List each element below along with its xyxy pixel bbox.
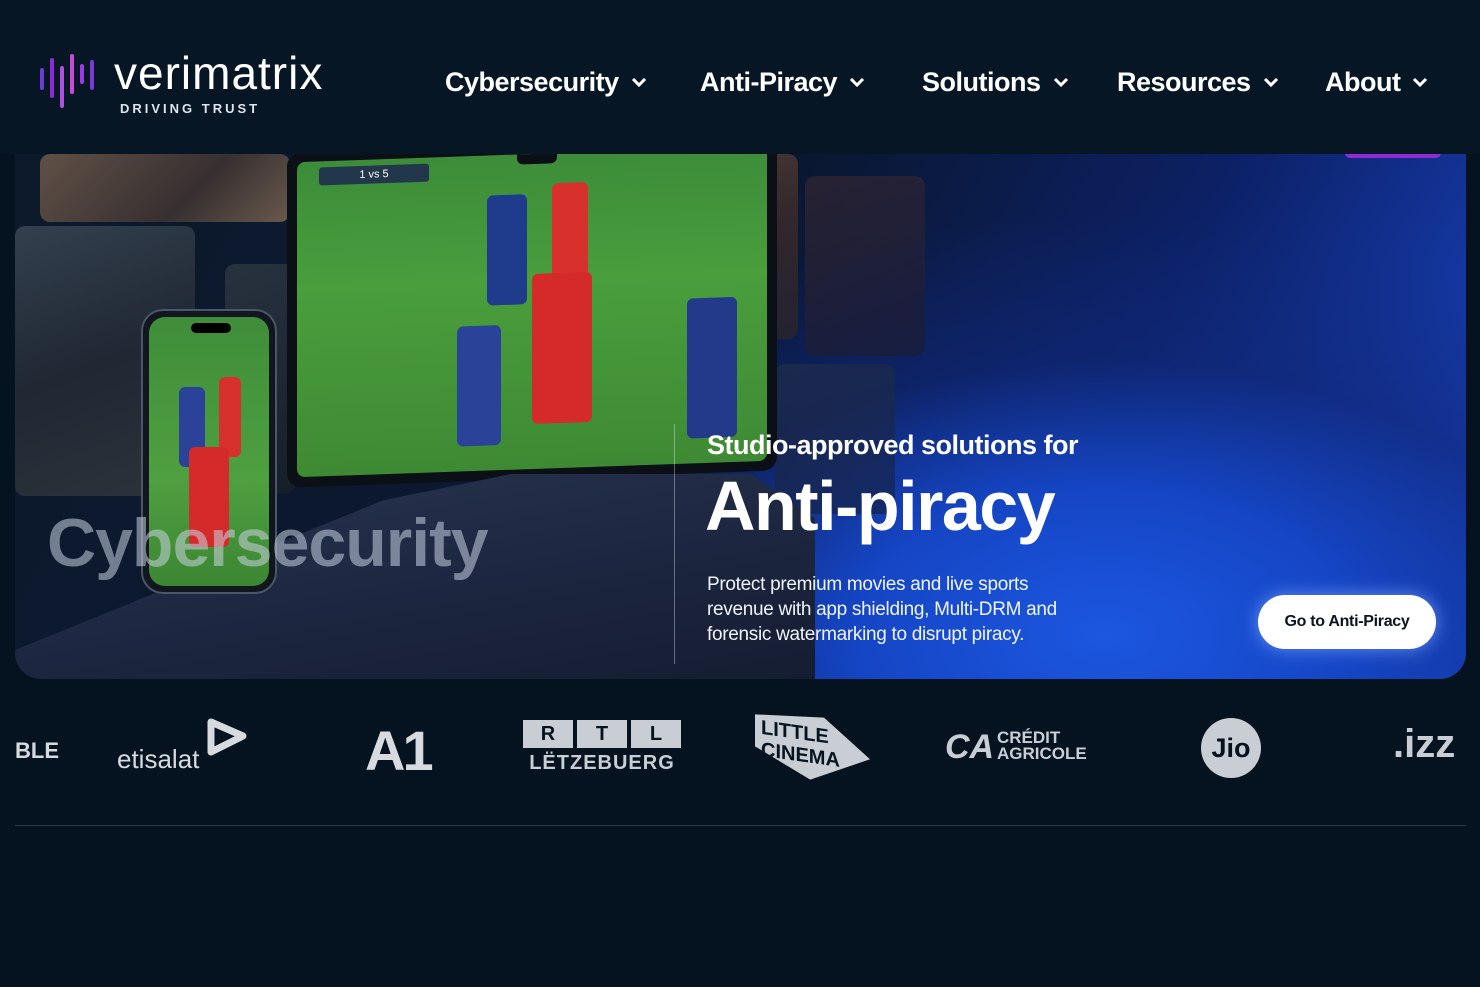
laptop-notch: [517, 154, 557, 165]
rtl-block: L: [631, 720, 681, 748]
partner-logo-strip: BLE etisalat A1 R T L LËTZEBUERG LITTLE C…: [15, 700, 1466, 800]
little-cinema-mark: LITTLE CINEMA: [755, 708, 870, 788]
player-figure: [487, 194, 527, 306]
content-thumbnail: [805, 176, 925, 356]
partner-logo-ble: BLE: [15, 738, 59, 763]
partner-logo-izz: .izz: [1393, 722, 1456, 766]
nav-item-label: Solutions: [922, 66, 1041, 97]
phone-notch: [191, 323, 231, 333]
nav-item-solutions[interactable]: Solutions: [922, 60, 1069, 104]
player-figure: [552, 182, 588, 284]
chevron-down-icon: [1053, 77, 1068, 88]
partner-logo-label: A1: [365, 719, 434, 782]
rtl-subtitle: LËTZEBUERG: [529, 752, 675, 774]
partner-logo-label: etisalat: [117, 744, 200, 774]
laptop-device: 1 vs 5: [287, 154, 777, 488]
go-to-anti-piracy-button[interactable]: Go to Anti-Piracy: [1258, 595, 1436, 649]
player-figure: [457, 325, 501, 447]
nav-item-label: Cybersecurity: [445, 66, 619, 97]
hero-divider: [674, 424, 675, 664]
chevron-down-icon: [631, 77, 646, 88]
main-nav: Cybersecurity Anti-Piracy Solutions Reso…: [0, 60, 1480, 104]
rtl-blocks: R T L: [523, 720, 681, 748]
partner-logo-rtl: R T L LËTZEBUERG: [523, 720, 681, 780]
nav-item-about[interactable]: About: [1325, 60, 1428, 104]
player-figure: [532, 271, 592, 424]
nav-item-resources[interactable]: Resources: [1117, 60, 1279, 104]
nav-item-anti-piracy[interactable]: Anti-Piracy: [700, 60, 865, 104]
content-thumbnail: [40, 154, 290, 222]
partner-logo-a1: A1: [365, 718, 434, 783]
chevron-down-icon: [1413, 77, 1428, 88]
chevron-down-icon: [849, 77, 865, 88]
player-figure: [687, 296, 737, 439]
credit-agricole-mark-icon: CA: [945, 728, 995, 766]
hero-description: Protect premium movies and live sports r…: [707, 574, 1057, 645]
chevron-down-icon: [1263, 77, 1278, 88]
partner-logo-little-cinema: LITTLE CINEMA: [755, 716, 870, 780]
etisalat-mark-icon: [207, 718, 247, 756]
carousel-indicator[interactable]: [1345, 154, 1441, 158]
partner-logo-jio: Jio: [1201, 718, 1261, 778]
hero-scene-image: 1 vs 5 Cybersecurity: [15, 154, 925, 679]
scoreboard: 1 vs 5: [319, 163, 429, 186]
partner-logo-etisalat: etisalat: [117, 718, 257, 778]
partner-logo-label: CRÉDIT AGRICOLE: [997, 728, 1087, 763]
rtl-block: R: [523, 720, 573, 748]
category-ghost-label: Cybersecurity: [47, 505, 489, 581]
hero-banner: 1 vs 5 Cybersecurity Studio-approved sol…: [15, 154, 1466, 679]
section-divider: [15, 825, 1466, 826]
football-match-screen: 1 vs 5: [297, 154, 767, 478]
rtl-block: T: [577, 720, 627, 748]
site-header: verimatrix DRIVING TRUST Cybersecurity A…: [0, 0, 1480, 154]
nav-item-label: Resources: [1117, 66, 1251, 97]
nav-item-label: Anti-Piracy: [700, 66, 838, 97]
partner-logo-credit-agricole: CA CRÉDIT AGRICOLE: [945, 728, 1105, 772]
player-figure: [219, 377, 241, 457]
hero-eyebrow: Studio-approved solutions for: [707, 430, 1079, 460]
nav-item-cybersecurity[interactable]: Cybersecurity: [445, 60, 647, 104]
nav-item-label: About: [1325, 66, 1401, 97]
hero-headline: Anti-piracy: [705, 467, 1056, 545]
